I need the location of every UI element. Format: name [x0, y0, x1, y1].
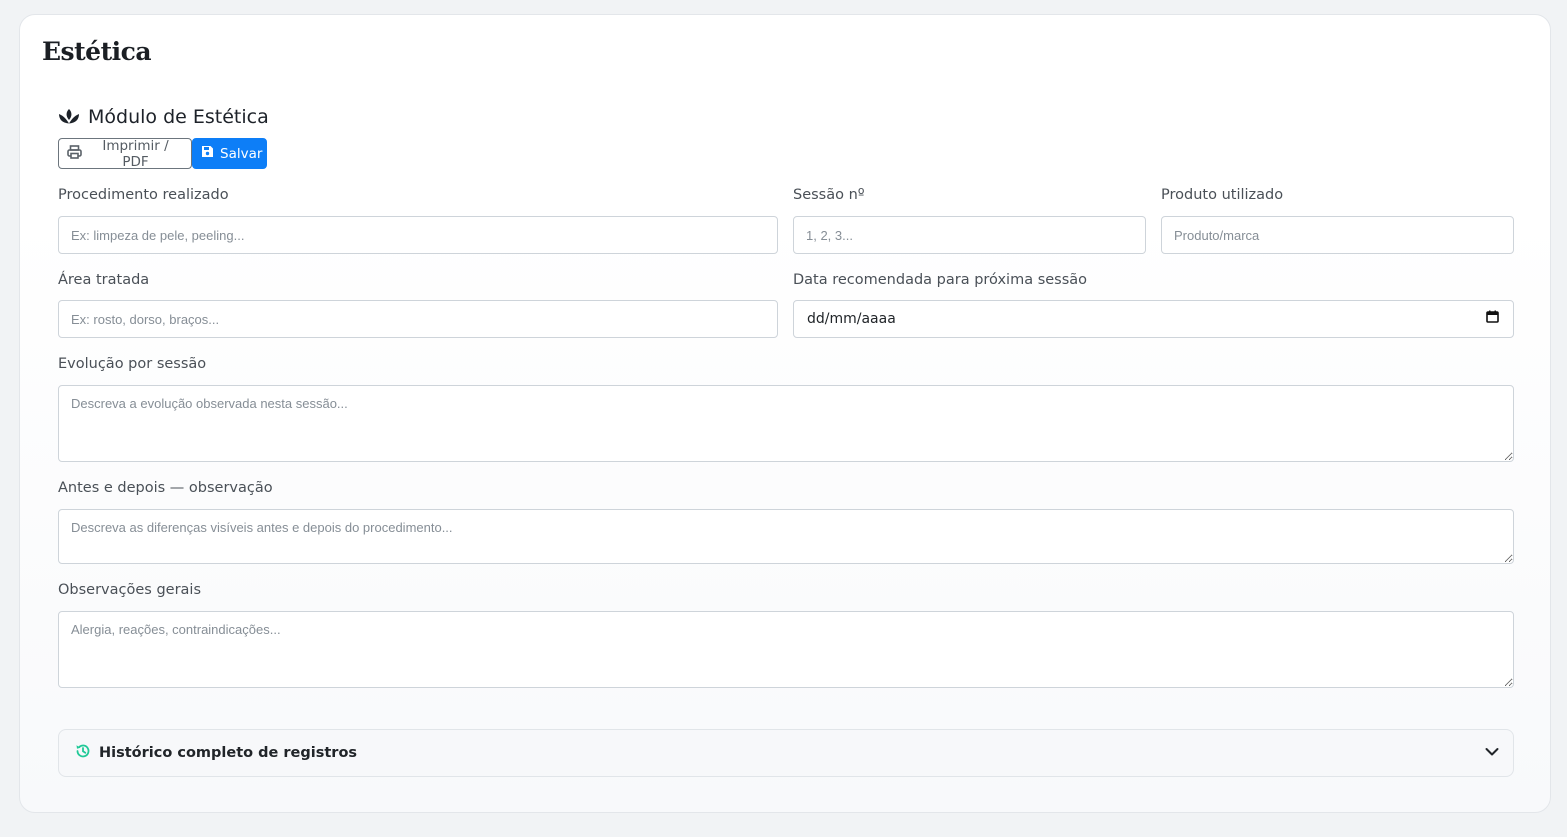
spa-lotus-icon: [58, 108, 80, 126]
module-title: Módulo de Estética: [88, 106, 269, 128]
sessao-input[interactable]: [793, 216, 1146, 254]
history-title: Histórico completo de registros: [99, 745, 358, 761]
history-accordion[interactable]: Histórico completo de registros: [58, 729, 1514, 777]
history-icon: [75, 743, 91, 764]
toolbar: Imprimir / PDF Salvar: [58, 137, 267, 170]
module-header: Módulo de Estética: [58, 106, 269, 128]
produto-label: Produto utilizado: [1161, 187, 1284, 203]
print-pdf-button[interactable]: Imprimir / PDF: [58, 137, 192, 170]
antes-depois-label: Antes e depois — observação: [58, 480, 273, 496]
print-pdf-label: Imprimir / PDF: [102, 137, 169, 170]
sessao-label: Sessão nº: [793, 187, 865, 203]
observacoes-label: Observações gerais: [58, 582, 202, 598]
procedimento-label: Procedimento realizado: [58, 187, 229, 203]
antes-depois-textarea[interactable]: [58, 509, 1514, 564]
procedimento-input[interactable]: [58, 216, 778, 254]
calendar-icon[interactable]: [1486, 310, 1499, 328]
area-input[interactable]: [58, 300, 778, 338]
data-proxima-label: Data recomendada para próxima sessão: [793, 272, 1088, 288]
save-button[interactable]: Salvar: [192, 138, 267, 169]
floppy-disk-icon: [201, 145, 214, 162]
area-label: Área tratada: [58, 272, 150, 288]
printer-icon: [67, 144, 82, 163]
observacoes-textarea[interactable]: [58, 611, 1514, 688]
estetica-card: Estética Módulo de Estética Imprimir / P…: [19, 14, 1551, 813]
date-display: dd/mm/aaaa: [807, 311, 896, 327]
produto-input[interactable]: [1161, 216, 1514, 254]
chevron-down-icon[interactable]: [1485, 744, 1499, 762]
save-label: Salvar: [220, 145, 263, 162]
evolucao-textarea[interactable]: [58, 385, 1514, 462]
evolucao-label: Evolução por sessão: [58, 356, 207, 372]
page-title: Estética: [42, 37, 152, 66]
data-proxima-date-input[interactable]: dd/mm/aaaa: [793, 300, 1514, 338]
